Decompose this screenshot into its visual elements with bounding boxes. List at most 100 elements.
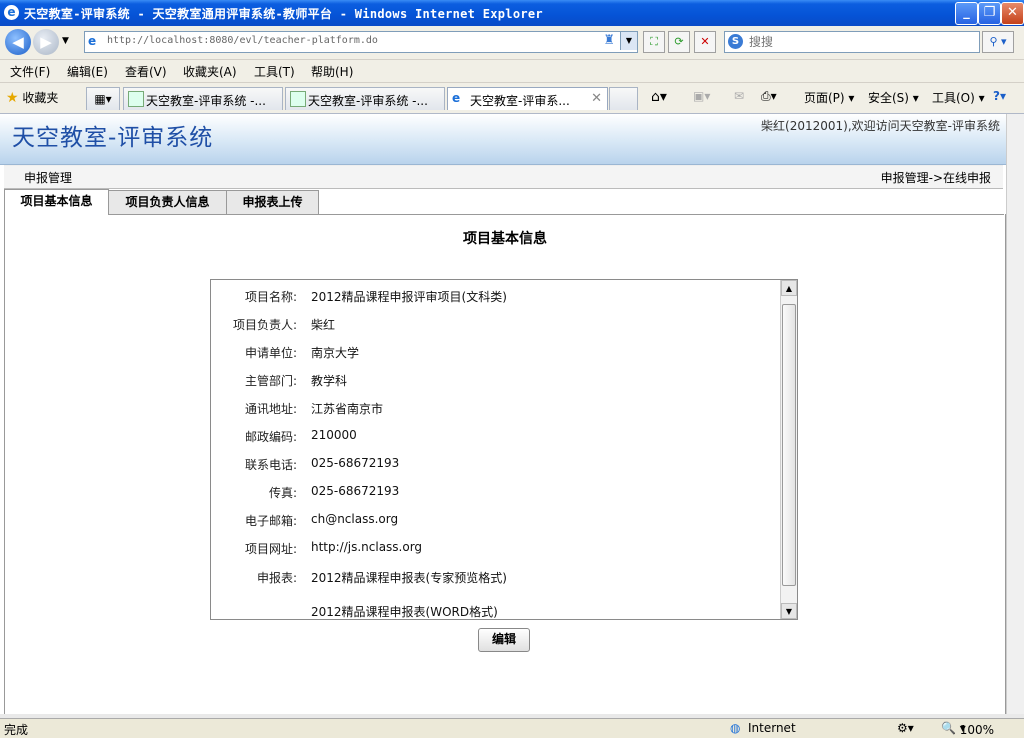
address-dropdown-icon[interactable]: ▼ (620, 32, 637, 50)
field-label: 申报表: (256, 571, 297, 585)
menu-file[interactable]: 文件(F) (10, 63, 50, 80)
browser-tab-3-active[interactable]: e 天空教室-评审系... ✕ (447, 87, 608, 110)
tab-label: 天空教室-评审系统 -... (308, 94, 428, 108)
web-page: 天空教室-评审系统 柴红(2012001),欢迎访问天空教室-评审系统 申报管理… (0, 114, 1006, 714)
minimize-button[interactable]: _ (955, 2, 978, 25)
menu-help[interactable]: 帮助(H) (311, 63, 353, 80)
search-box[interactable]: S (724, 31, 980, 53)
field-label: 联系电话: (244, 458, 297, 472)
field-value: 210000 (311, 428, 357, 442)
field-row: 申报表: 2012精品课程申报表(专家预览格式) (211, 567, 781, 587)
address-bar[interactable]: e http://localhost:8080/evl/teacher-plat… (84, 31, 638, 53)
section-title: 申报管理 (24, 171, 73, 185)
scroll-down-icon[interactable]: ▼ (781, 603, 797, 619)
field-value: ch@nclass.org (311, 512, 399, 526)
back-button[interactable]: ◀ (5, 29, 31, 55)
tab-form-upload[interactable]: 申报表上传 (226, 190, 319, 214)
field-label: 项目网址: (244, 542, 297, 556)
word-form-link[interactable]: 2012精品课程申报表(WORD格式) (311, 603, 498, 619)
zoom-level: 100% (959, 723, 995, 737)
field-row: 2012精品课程申报表(WORD格式) (211, 601, 781, 619)
menu-bar: 文件(F) 编辑(E) 查看(V) 收藏夹(A) 工具(T) 帮助(H) (0, 60, 1024, 83)
field-row: 通讯地址: 江苏省南京市 (211, 398, 781, 418)
edit-button[interactable]: 编辑 (478, 628, 530, 652)
info-box: 项目名称: 2012精品课程申报评审项目(文科类) 项目负责人: 柴红 申请单位: 南… (210, 279, 798, 620)
field-label: 项目名称: (244, 290, 297, 304)
field-row: 项目网址: http://js.nclass.org (211, 538, 781, 558)
search-go-button[interactable]: ⚲ ▾ (982, 31, 1014, 53)
url-text[interactable]: http://localhost:8080/evl/teacher-platfo… (107, 35, 378, 46)
menu-favorites[interactable]: 收藏夹(A) (183, 63, 237, 80)
page-menu-label: 页面(P) (804, 91, 845, 105)
refresh-icon[interactable]: ⟳ (668, 31, 690, 53)
tools-menu[interactable]: 工具(O) ▾ (932, 89, 985, 106)
field-row: 项目负责人: 柴红 (211, 314, 781, 334)
field-label: 通讯地址: (244, 402, 297, 416)
safety-menu-label: 安全(S) (868, 91, 909, 105)
section-bar: 申报管理 申报管理->在线申报 (4, 165, 1003, 189)
tab-label: 天空教室-评审系... (470, 94, 570, 108)
safety-menu[interactable]: 安全(S) ▾ (868, 89, 919, 106)
history-dropdown-icon[interactable]: ▼ (62, 36, 69, 46)
field-value: 南京大学 (311, 346, 360, 360)
home-icon[interactable]: ⌂▾ (651, 89, 667, 105)
scroll-up-icon[interactable]: ▲ (781, 280, 797, 296)
field-value: 2012精品课程申报评审项目(文科类) (311, 290, 507, 304)
protected-mode-icon[interactable]: ⚙▾ (897, 721, 914, 735)
preview-form-link[interactable]: 2012精品课程申报表(专家预览格式) (311, 569, 507, 586)
page-menu[interactable]: 页面(P) ▾ (804, 89, 854, 106)
content-panel: 项目基本信息 项目名称: 2012精品课程申报评审项目(文科类) 项目负责人: 柴红… (4, 214, 1006, 714)
menu-edit[interactable]: 编辑(E) (67, 63, 108, 80)
field-label: 邮政编码: (244, 430, 297, 444)
field-row: 联系电话: 025-68672193 (211, 454, 781, 474)
field-label: 申请单位: (244, 346, 297, 360)
address-toolbar: ◀ ▶ ▼ e http://localhost:8080/evl/teache… (0, 26, 1024, 60)
favorites-button[interactable]: ★ 收藏夹 (6, 89, 58, 106)
panel-title: 项目基本信息 (463, 231, 547, 247)
new-tab-button[interactable] (609, 87, 638, 110)
site-banner: 天空教室-评审系统 柴红(2012001),欢迎访问天空教室-评审系统 (0, 114, 1006, 165)
rss-icon[interactable]: ⛶ (643, 31, 665, 53)
tab-project-basic-info[interactable]: 项目基本信息 (4, 189, 109, 215)
print-icon[interactable]: ⎙▾ (761, 89, 777, 104)
menu-view[interactable]: 查看(V) (125, 63, 167, 80)
quick-tabs-icon[interactable]: ▦▾ (86, 87, 120, 110)
star-icon: ★ (6, 90, 19, 106)
field-label: 主管部门: (244, 374, 297, 388)
menu-tools[interactable]: 工具(T) (254, 63, 295, 80)
scroll-thumb[interactable] (782, 304, 796, 586)
browser-tab-2[interactable]: 天空教室-评审系统 -... (285, 87, 445, 110)
field-value: 柴红 (311, 318, 336, 332)
browser-tab-1[interactable]: 天空教室-评审系统 -... (123, 87, 283, 110)
zone-text: Internet (748, 721, 796, 735)
mail-icon[interactable]: ✉ (734, 89, 744, 103)
field-row: 项目名称: 2012精品课程申报评审项目(文科类) (211, 286, 781, 306)
info-box-scrollbar[interactable]: ▲ ▼ (780, 280, 797, 619)
close-button[interactable]: ✕ (1001, 2, 1024, 25)
help-icon[interactable]: ?▾ (993, 89, 1006, 103)
search-input[interactable] (747, 33, 976, 51)
browser-tabs-bar: ★ 收藏夹 ▦▾ 天空教室-评审系统 -... 天空教室-评审系统 -... e… (0, 83, 1024, 114)
forward-button[interactable]: ▶ (33, 29, 59, 55)
site-logo: 天空教室-评审系统 (12, 125, 214, 151)
feeds-icon[interactable]: ▣▾ (693, 89, 710, 103)
restore-button[interactable]: ❐ (978, 2, 1001, 25)
field-value: 江苏省南京市 (311, 402, 384, 416)
tab-favicon (128, 91, 144, 107)
field-row: 传真: 025-68672193 (211, 482, 781, 502)
field-value: 025-68672193 (311, 456, 400, 470)
window-title-bar: e 天空教室-评审系统 - 天空教室通用评审系统-教师平台 - Windows … (0, 0, 1024, 26)
field-row: 电子邮箱: ch@nclass.org (211, 510, 781, 530)
stop-icon[interactable]: ✕ (694, 31, 716, 53)
tab-project-leader-info[interactable]: 项目负责人信息 (108, 190, 227, 214)
field-value: 教学科 (311, 374, 348, 388)
page-scrollbar[interactable] (1006, 114, 1024, 714)
compat-view-icon[interactable]: ♜ (603, 33, 615, 48)
tab-close-icon[interactable]: ✕ (591, 91, 602, 106)
field-row: 申请单位: 南京大学 (211, 342, 781, 362)
page-icon: e (88, 34, 97, 48)
field-label: 项目负责人: (232, 318, 297, 332)
field-row: 邮政编码: 210000 (211, 426, 781, 446)
zoom-control[interactable]: 🔍 100% ▾ (941, 721, 994, 737)
content-tabs: 项目基本信息 项目负责人信息 申报表上传 (4, 188, 1004, 215)
